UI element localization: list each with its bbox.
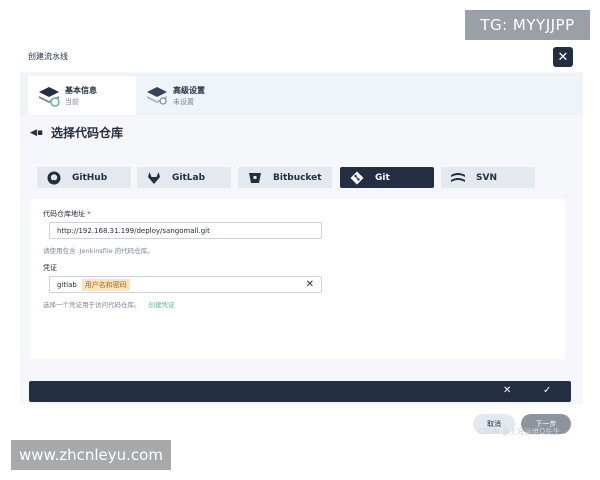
repo-type-tabs: GitHub GitLab Bitbucket Git SVN xyxy=(37,167,557,189)
step-title: 基本信息 xyxy=(65,86,97,95)
dialog-header: 创建流水线 ✕ xyxy=(20,42,583,72)
step-title: 高级设置 xyxy=(173,86,205,95)
tab-gitlab[interactable]: GitLab xyxy=(137,167,231,188)
tab-git[interactable]: Git xyxy=(340,167,434,188)
repo-url-label: 代码仓库地址 * xyxy=(43,210,91,218)
tab-svn[interactable]: SVN xyxy=(441,167,535,188)
tab-label: Bitbucket xyxy=(273,172,322,183)
close-button[interactable]: ✕ xyxy=(553,47,573,67)
step-subtitle: 当前 xyxy=(65,98,79,106)
repo-url-hint: 请使用包含 .Jenkinsfile 的代码仓库。 xyxy=(43,247,154,255)
create-credential-link[interactable]: 创建凭证 xyxy=(149,301,175,309)
tab-label: GitHub xyxy=(72,172,108,183)
tab-github[interactable]: GitHub xyxy=(37,167,131,188)
dialog-footer: 取消 下一步 CSDN @上海运维Q先生 xyxy=(20,404,583,440)
clear-icon[interactable]: ✕ xyxy=(306,279,314,290)
repo-form: 代码仓库地址 * http://192.168.31.199/deploy/sa… xyxy=(30,199,565,359)
back-arrow-icon[interactable]: ◀▪ xyxy=(30,128,43,138)
dialog-title: 创建流水线 xyxy=(28,52,68,61)
section-title: 选择代码仓库 xyxy=(51,126,124,140)
cancel-edit-icon[interactable]: ✕ xyxy=(503,385,511,396)
gitlab-icon xyxy=(146,170,162,186)
bitbucket-icon xyxy=(247,170,263,186)
tab-label: Git xyxy=(375,172,390,183)
step-subtitle: 未设置 xyxy=(173,98,194,106)
confirm-check-icon[interactable]: ✓ xyxy=(543,385,551,396)
watermark-top: TG: MYYJJPP xyxy=(465,10,590,40)
tab-label: GitLab xyxy=(172,172,206,183)
git-icon xyxy=(349,170,365,186)
close-icon: ✕ xyxy=(557,49,569,65)
create-pipeline-dialog: 创建流水线 ✕ 基本信息 当前 高级设置 未设置 ◀▪ 选择代码仓库 GitHu… xyxy=(20,42,583,440)
credential-type-tag: 用户名和密码 xyxy=(81,278,130,291)
credential-label: 凭证 xyxy=(43,264,57,272)
repo-url-input[interactable]: http://192.168.31.199/deploy/sangomall.g… xyxy=(49,222,322,239)
credential-select[interactable]: gitlab 用户名和密码 ✕ xyxy=(49,276,322,293)
tab-bitbucket[interactable]: Bitbucket xyxy=(238,167,332,188)
step-basic-info[interactable]: 基本信息 当前 xyxy=(28,76,136,115)
csdn-watermark: CSDN @上海运维Q先生 xyxy=(478,427,561,436)
confirm-bar: ✕ ✓ xyxy=(29,381,571,402)
tab-label: SVN xyxy=(476,172,497,183)
step-bar: 基本信息 当前 高级设置 未设置 xyxy=(20,73,583,115)
layers-icon xyxy=(147,87,167,105)
svn-icon xyxy=(450,170,466,186)
github-icon xyxy=(46,170,62,186)
section-header: ◀▪ 选择代码仓库 xyxy=(30,124,123,141)
step-advanced-settings[interactable]: 高级设置 未设置 xyxy=(136,76,244,115)
layers-icon xyxy=(39,87,60,107)
watermark-bottom: www.zhcnleyu.com xyxy=(11,440,171,470)
credential-hint: 选择一个凭证用于访问代码仓库。 创建凭证 xyxy=(43,301,175,309)
